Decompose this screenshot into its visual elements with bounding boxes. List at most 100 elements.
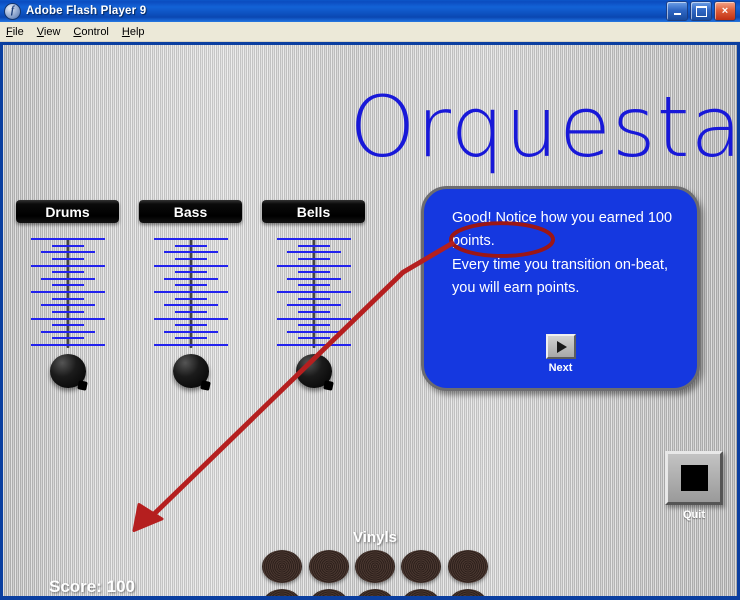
vinyls-label: Vinyls [353,529,397,546]
menu-item-view[interactable]: View [37,26,61,38]
slider-tick [30,264,105,267]
dialog-paragraph-1: Good! Notice how you earned 100 points. [452,210,673,250]
slider-tick [30,317,105,320]
slider-tick [153,344,228,346]
vinyl-record[interactable] [401,550,442,583]
slider-tick [174,337,207,340]
channel-label-drums: Drums [16,200,119,223]
slider-tick [297,324,330,327]
slider-tick [51,271,84,274]
channel-bass: Bass [139,200,242,388]
close-icon: × [721,4,729,17]
vinyl-record[interactable] [447,550,488,583]
vinyl-record[interactable] [262,550,303,583]
vinyls-panel: Vinyls [259,529,491,596]
play-triangle-icon [556,340,567,353]
minimize-icon [673,13,681,15]
close-button[interactable]: × [714,1,736,21]
vinyl-record[interactable] [401,589,442,596]
slider-tick [174,244,207,247]
slider-tick [297,257,330,260]
slider-tick [30,291,105,293]
slider-tick [163,277,218,280]
slider-tick [174,271,207,274]
title-bar: f Adobe Flash Player 9 × [0,0,740,22]
slider-tick [174,297,207,300]
slider-tick [51,324,84,327]
slider-tick [153,291,228,293]
slider-tick [174,284,207,287]
slider-tick [51,337,84,340]
game-stage: Orquesta Drums Bass Bells Good! Notice h… [3,45,737,596]
vinyl-grid [259,550,491,596]
slider-knob-drums[interactable] [49,354,86,388]
vinyl-record[interactable] [262,589,303,596]
maximize-button[interactable] [690,1,712,21]
slider-tick [297,310,330,313]
slider-bells[interactable] [262,238,365,348]
mixer-panel: Drums Bass Bells [16,200,365,388]
slider-tick [276,238,351,240]
tutorial-dialog: Good! Notice how you earned 100 points. … [421,186,700,391]
slider-knob-bells[interactable] [295,354,332,388]
slider-tick [30,238,105,240]
vinyl-record[interactable] [308,550,349,583]
slider-tick [297,271,330,274]
slider-tick [51,244,84,247]
score-display: Score: 100 [49,577,135,596]
slider-tick [276,317,351,320]
slider-tick [286,330,341,333]
slider-tick [153,317,228,320]
vinyl-record[interactable] [447,589,488,596]
quit-button-label: Quit [683,509,705,521]
vinyl-record[interactable] [308,589,349,596]
slider-tick [297,244,330,247]
channel-label-bass: Bass [139,200,242,223]
minimize-button[interactable] [666,1,688,21]
slider-drums[interactable] [16,238,119,348]
slider-tick [286,277,341,280]
slider-tick [51,257,84,260]
annotation-arrow-head [132,503,164,532]
slider-tick [30,344,105,346]
slider-bass[interactable] [139,238,242,348]
slider-tick [51,284,84,287]
vinyl-record[interactable] [354,550,395,583]
flash-logo-icon: f [4,2,21,20]
slider-tick [40,304,95,307]
menu-item-help[interactable]: Help [122,26,145,38]
slider-tick [276,344,351,346]
window-title: Adobe Flash Player 9 [26,5,147,17]
channel-label-bells: Bells [262,200,365,223]
stage-frame: Orquesta Drums Bass Bells Good! Notice h… [0,42,740,600]
maximize-icon [695,5,707,17]
slider-tick [297,284,330,287]
slider-tick [40,330,95,333]
slider-knob-bass[interactable] [172,354,209,388]
quit-button[interactable] [665,451,723,505]
slider-tick [174,257,207,260]
window-controls: × [666,1,738,21]
page-title: Orquesta [349,78,737,176]
slider-tick [174,310,207,313]
stop-square-icon [680,465,708,491]
slider-tick [286,251,341,254]
slider-tick [297,337,330,340]
slider-tick [276,291,351,293]
slider-tick [276,264,351,267]
slider-tick [174,324,207,327]
slider-tick [40,251,95,254]
next-button-group: Next [424,334,697,374]
slider-tick [153,238,228,240]
menu-item-control[interactable]: Control [73,26,108,38]
next-button[interactable] [545,334,576,359]
slider-tick [153,264,228,267]
slider-tick [286,304,341,307]
menu-item-file[interactable]: File [6,26,24,38]
channel-drums: Drums [16,200,119,388]
slider-tick [40,277,95,280]
slider-tick [51,297,84,300]
vinyl-record[interactable] [354,589,395,596]
slider-tick [163,304,218,307]
quit-button-group[interactable]: Quit [665,451,723,521]
